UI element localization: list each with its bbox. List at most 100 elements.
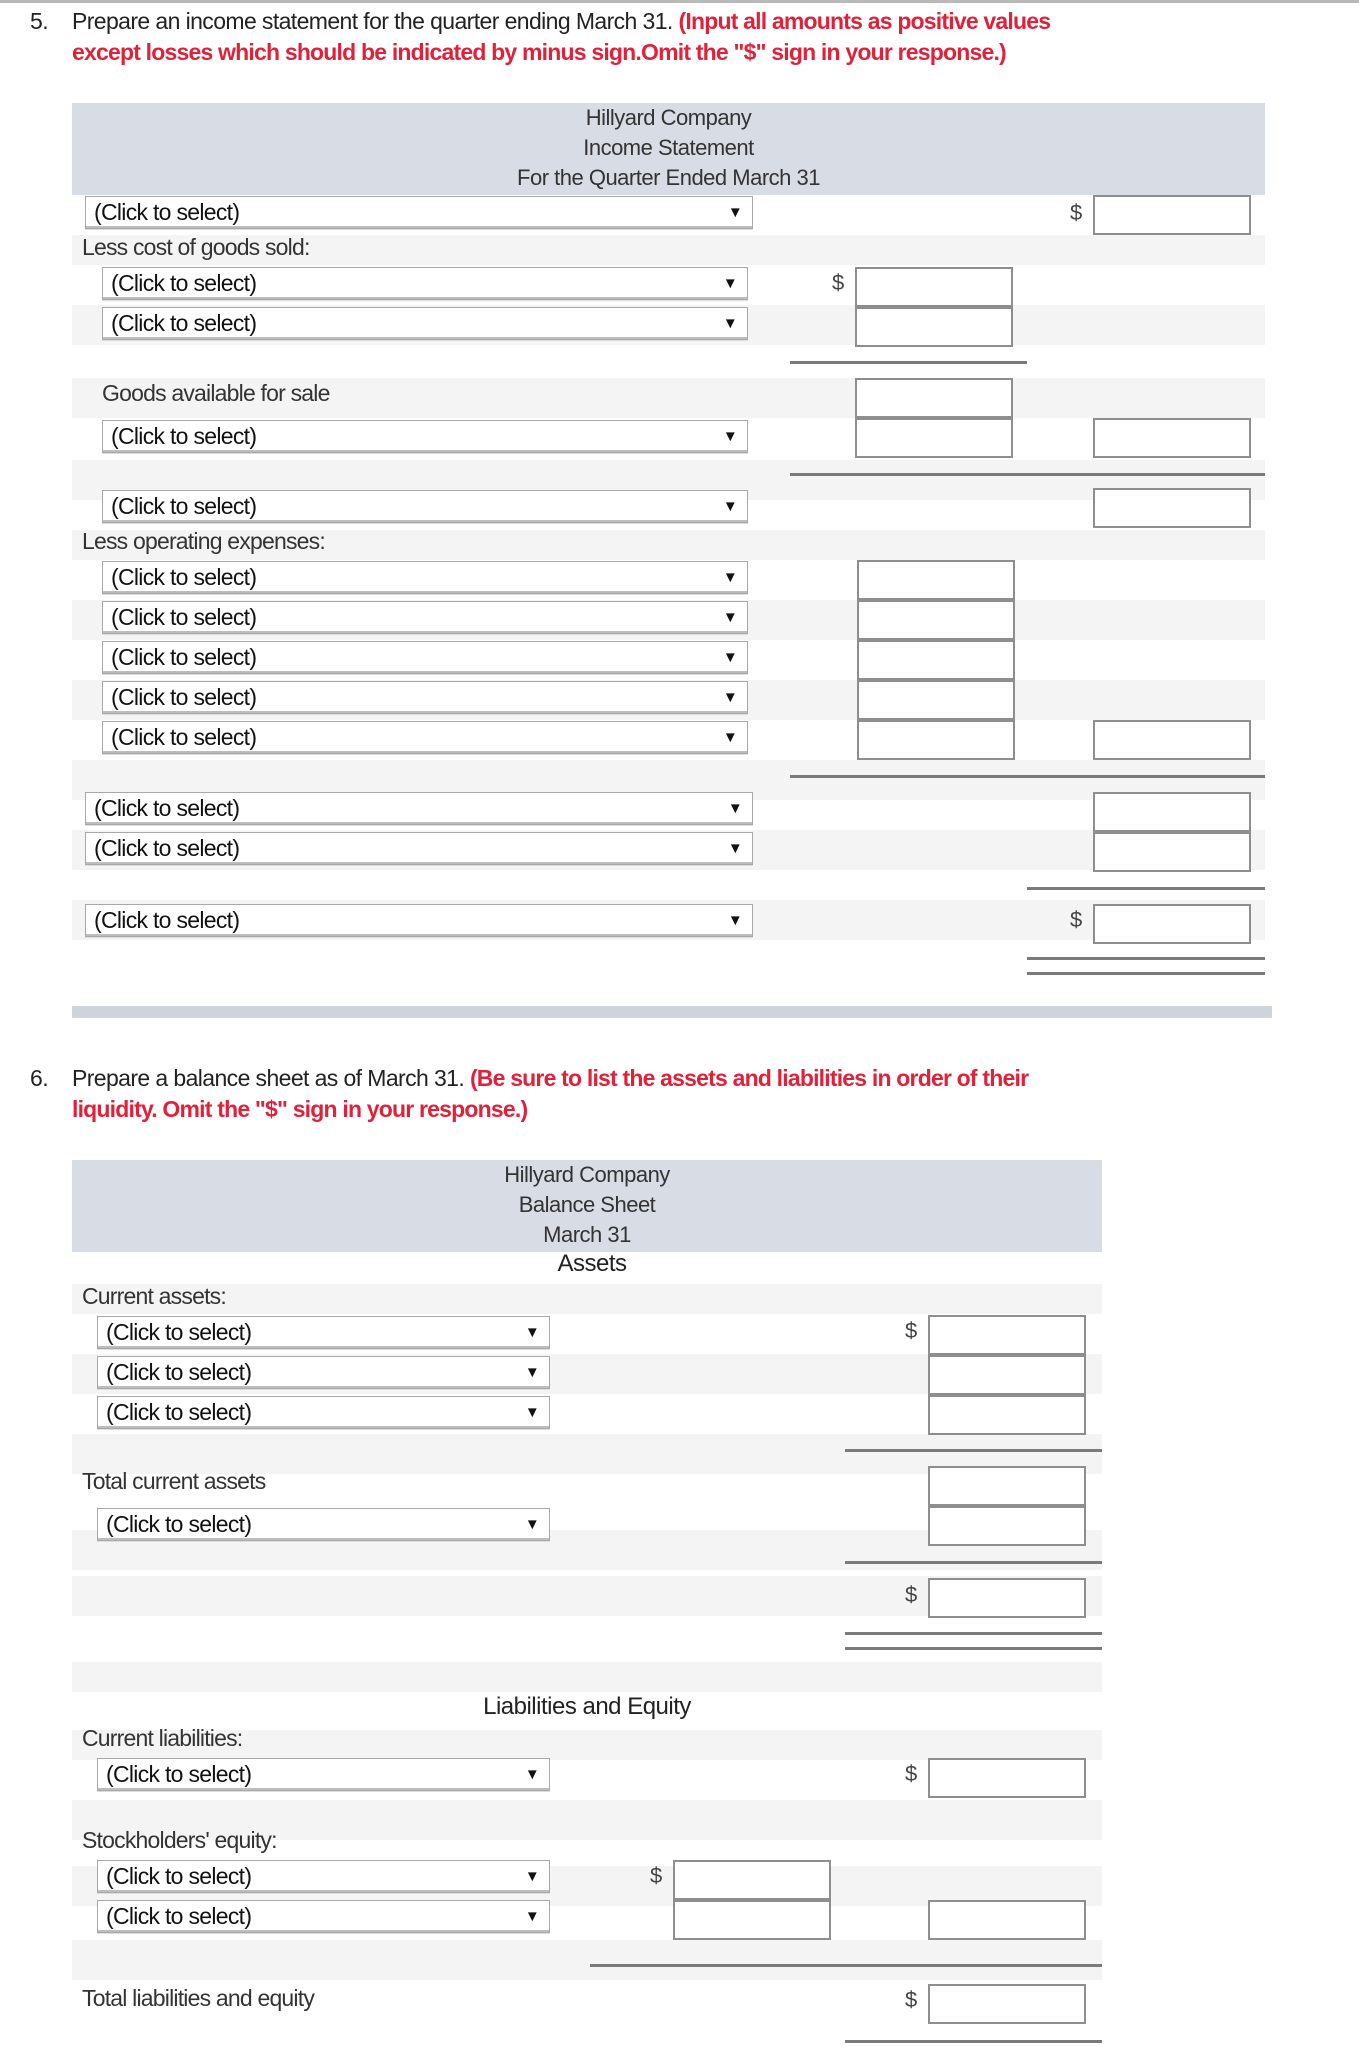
dropdown-arrow-icon: ▼ — [722, 275, 738, 292]
select-value: (Click to select) — [106, 1319, 252, 1345]
current-liability-select[interactable]: (Click to select) ▼ — [97, 1758, 550, 1791]
select-value: (Click to select) — [106, 1359, 252, 1385]
cogs-item-2-amount-input[interactable] — [855, 307, 1013, 347]
statement-title: Balance Sheet — [518, 1192, 656, 1217]
opex-total-amount-input[interactable] — [1093, 720, 1251, 760]
cogs-item-1-select[interactable]: (Click to select) ▼ — [102, 267, 748, 300]
double-rule-bottom — [845, 1647, 1102, 1650]
instruction-text: (Be sure to list the assets and liabilit… — [469, 1065, 1029, 1091]
opex-item-1-amount-input[interactable] — [857, 560, 1015, 600]
dropdown-arrow-icon: ▼ — [727, 840, 743, 857]
row-stripe — [72, 1940, 1102, 1980]
current-asset-3-amount-input[interactable] — [928, 1395, 1086, 1435]
subtotal-rule — [790, 361, 1027, 364]
stockholders-equity-label: Stockholders' equity: — [82, 1827, 278, 1853]
dropdown-arrow-icon: ▼ — [524, 1364, 540, 1381]
double-rule-top — [1027, 957, 1265, 960]
other-item-amount-input[interactable] — [1093, 832, 1251, 872]
question-text: Prepare a balance sheet as of March 31. — [72, 1065, 465, 1091]
current-liability-amount-input[interactable] — [928, 1758, 1086, 1798]
opex-item-1-select[interactable]: (Click to select) ▼ — [102, 561, 748, 594]
select-value: (Click to select) — [111, 724, 257, 750]
current-liabilities-label: Current liabilities: — [82, 1725, 243, 1751]
subtotal-rule — [790, 473, 1265, 476]
dropdown-arrow-icon: ▼ — [722, 315, 738, 332]
dollar-sign: $ — [905, 1761, 918, 1786]
revenue-select[interactable]: (Click to select) ▼ — [85, 196, 753, 229]
select-value: (Click to select) — [106, 1511, 252, 1537]
section-separator — [72, 1006, 1272, 1018]
select-value: (Click to select) — [111, 270, 257, 296]
select-value: (Click to select) — [106, 1761, 252, 1787]
equity-item-1-amount-input[interactable] — [673, 1860, 831, 1900]
select-value: (Click to select) — [106, 1399, 252, 1425]
opex-item-2-select[interactable]: (Click to select) ▼ — [102, 601, 748, 634]
question-text: Prepare an income statement for the quar… — [72, 8, 673, 34]
total-assets-amount-input[interactable] — [928, 1578, 1086, 1618]
select-value: (Click to select) — [111, 564, 257, 590]
dollar-sign: $ — [1070, 907, 1083, 932]
current-asset-1-select[interactable]: (Click to select) ▼ — [97, 1316, 550, 1349]
dropdown-arrow-icon: ▼ — [722, 428, 738, 445]
subtotal-rule — [790, 775, 1265, 778]
noncurrent-asset-select[interactable]: (Click to select) ▼ — [97, 1508, 550, 1541]
instruction-text-2: liquidity. Omit the "$" sign in your res… — [72, 1096, 528, 1122]
dollar-sign: $ — [832, 270, 845, 295]
double-rule-top — [845, 1632, 1102, 1635]
dropdown-arrow-icon: ▼ — [524, 1908, 540, 1925]
equity-item-2-select[interactable]: (Click to select) ▼ — [97, 1900, 550, 1933]
company-name: Hillyard Company — [585, 105, 752, 130]
instruction-text: (Input all amounts as positive values — [678, 8, 1052, 34]
dropdown-arrow-icon: ▼ — [524, 1516, 540, 1533]
equity-item-1-select[interactable]: (Click to select) ▼ — [97, 1860, 550, 1893]
opex-item-2-amount-input[interactable] — [857, 600, 1015, 640]
cogs-item-1-amount-input[interactable] — [855, 267, 1013, 307]
opex-item-4-amount-input[interactable] — [857, 680, 1015, 720]
opex-item-5-amount-input[interactable] — [857, 720, 1015, 760]
opex-item-5-select[interactable]: (Click to select) ▼ — [102, 721, 748, 754]
goods-available-amount-input[interactable] — [855, 378, 1013, 418]
subtotal-rule — [845, 1449, 1102, 1452]
opex-item-3-select[interactable]: (Click to select) ▼ — [102, 641, 748, 674]
dollar-sign: $ — [905, 1987, 918, 2012]
net-income-select[interactable]: (Click to select) ▼ — [85, 904, 753, 937]
current-asset-2-select[interactable]: (Click to select) ▼ — [97, 1356, 550, 1389]
opex-item-3-amount-input[interactable] — [857, 640, 1015, 680]
select-value: (Click to select) — [106, 1903, 252, 1929]
statement-period: For the Quarter Ended March 31 — [517, 165, 820, 190]
dropdown-arrow-icon: ▼ — [524, 1868, 540, 1885]
dollar-sign: $ — [650, 1863, 663, 1888]
equity-item-2-amount-input[interactable] — [673, 1900, 831, 1940]
operating-income-amount-input[interactable] — [1093, 792, 1251, 832]
opex-item-4-select[interactable]: (Click to select) ▼ — [102, 681, 748, 714]
select-value: (Click to select) — [94, 199, 240, 225]
other-item-select[interactable]: (Click to select) ▼ — [85, 832, 753, 865]
double-rule-top — [845, 2040, 1102, 2043]
row-stripe — [72, 1662, 1102, 1692]
subtotal-rule — [1027, 887, 1265, 890]
operating-income-select[interactable]: (Click to select) ▼ — [85, 792, 753, 825]
company-name: Hillyard Company — [504, 1162, 670, 1187]
cogs-item-3-amount-input[interactable] — [855, 418, 1013, 458]
question-number: 6. — [30, 1065, 49, 1091]
total-current-assets-amount-input[interactable] — [928, 1466, 1086, 1506]
dropdown-arrow-icon: ▼ — [722, 689, 738, 706]
total-liabilities-equity-label: Total liabilities and equity — [82, 1985, 315, 2011]
select-value: (Click to select) — [111, 310, 257, 336]
current-asset-2-amount-input[interactable] — [928, 1355, 1086, 1395]
cogs-item-2-select[interactable]: (Click to select) ▼ — [102, 307, 748, 340]
current-assets-label: Current assets: — [82, 1283, 227, 1309]
cogs-total-amount-input[interactable] — [1093, 418, 1251, 458]
total-liabilities-equity-amount-input[interactable] — [928, 1984, 1086, 2024]
current-asset-3-select[interactable]: (Click to select) ▼ — [97, 1396, 550, 1429]
noncurrent-asset-amount-input[interactable] — [928, 1506, 1086, 1546]
gross-profit-amount-input[interactable] — [1093, 488, 1251, 528]
gross-profit-select[interactable]: (Click to select) ▼ — [102, 490, 748, 523]
total-equity-amount-input[interactable] — [928, 1900, 1086, 1940]
current-asset-1-amount-input[interactable] — [928, 1315, 1086, 1355]
cogs-item-3-select[interactable]: (Click to select) ▼ — [102, 420, 748, 453]
balance-sheet-header: Hillyard Company Balance Sheet March 31 — [72, 1160, 1102, 1252]
top-border — [0, 0, 1359, 3]
revenue-amount-input[interactable] — [1093, 195, 1251, 235]
net-income-amount-input[interactable] — [1093, 904, 1251, 944]
